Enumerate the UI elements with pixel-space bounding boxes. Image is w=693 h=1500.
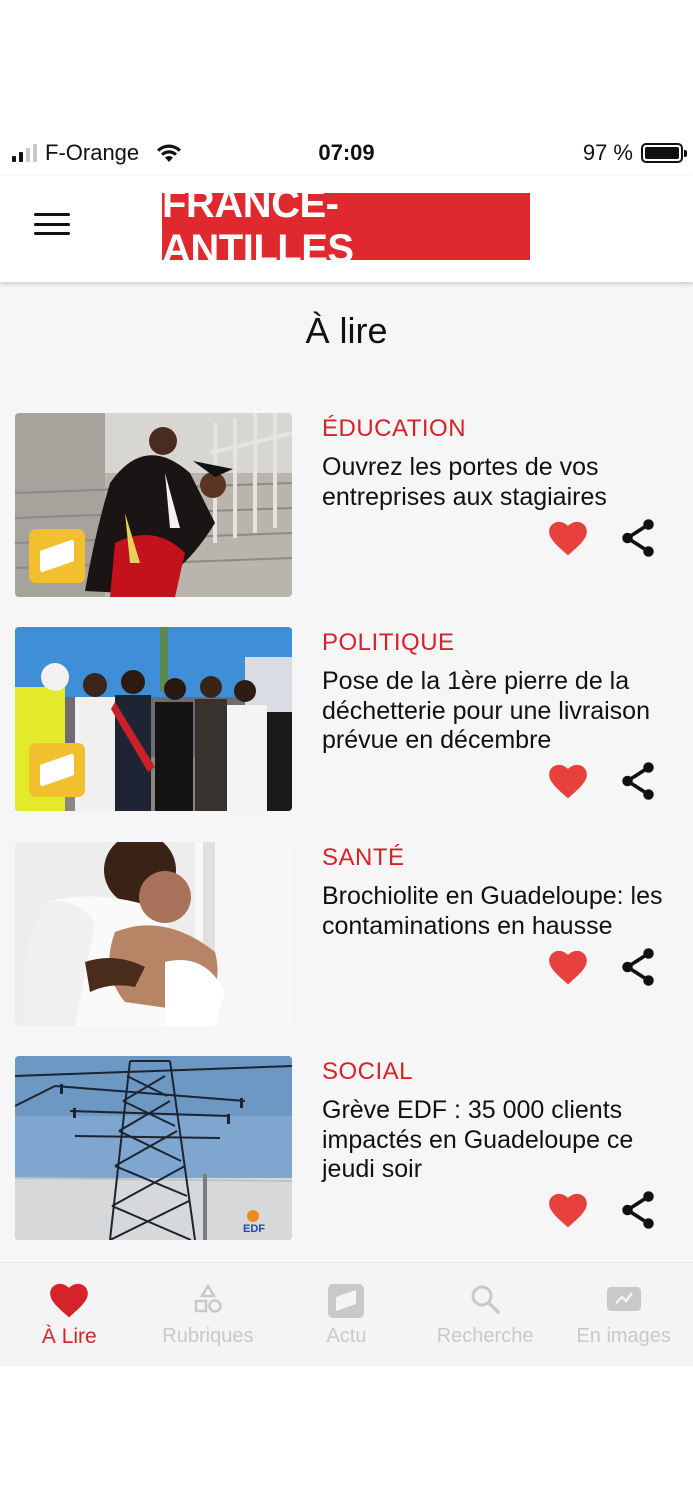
article-thumbnail-pylon[interactable]: EDF [15, 1056, 292, 1240]
hamburger-icon-line [34, 213, 70, 216]
bottom-tab-bar: À Lire Rubriques Actu Recherche En image… [0, 1262, 693, 1366]
hamburger-icon-line [34, 232, 70, 235]
tab-label: En images [576, 1325, 671, 1347]
heart-icon[interactable] [548, 950, 588, 986]
tab-label: Recherche [436, 1325, 534, 1347]
article-card[interactable]: ÉDUCATION Ouvrez les portes de vos entre… [15, 413, 675, 599]
battery-icon [641, 143, 687, 163]
article-title[interactable]: Brochiolite en Guadeloupe: les contamina… [322, 882, 672, 941]
article-card[interactable]: SANTÉ Brochiolite en Guadeloupe: les con… [15, 842, 675, 1028]
article-category: SANTÉ [322, 844, 405, 871]
share-icon[interactable] [620, 1190, 656, 1230]
tab-rubriques[interactable]: Rubriques [139, 1263, 278, 1366]
article-title[interactable]: Grève EDF : 35 000 clients impactés en G… [322, 1096, 672, 1185]
share-icon[interactable] [620, 761, 656, 801]
share-icon[interactable] [620, 947, 656, 987]
battery-percent: 97 % [582, 140, 633, 165]
edf-logo-text: EDF [243, 1223, 265, 1235]
news-icon [328, 1284, 365, 1318]
video-camera-icon [606, 1287, 641, 1311]
tab-en-images[interactable]: En images [554, 1263, 693, 1366]
article-list: À lire ÉDUCATION Ouvrez les portes de vo… [0, 282, 693, 1262]
article-thumbnail-ceremony[interactable] [15, 627, 292, 811]
tab-actu[interactable]: Actu [277, 1263, 416, 1366]
article-title[interactable]: Ouvrez les portes de vos entreprises aux… [322, 453, 672, 512]
tab-label: Rubriques [162, 1325, 254, 1347]
heart-icon[interactable] [548, 521, 588, 557]
heart-icon [50, 1283, 89, 1318]
heart-icon[interactable] [548, 764, 588, 800]
share-icon[interactable] [620, 518, 656, 558]
search-icon [471, 1285, 500, 1314]
tab-recherche[interactable]: Recherche [416, 1263, 555, 1366]
article-category: POLITIQUE [322, 629, 455, 656]
article-category: ÉDUCATION [322, 415, 467, 442]
article-thumbnail-graduation[interactable] [15, 413, 292, 597]
power-pylon-photo: EDF [15, 1056, 292, 1240]
status-bar-right: 97 % [582, 140, 687, 166]
tab-label: Actu [326, 1325, 367, 1347]
news-badge-icon [29, 529, 85, 583]
france-antilles-logo[interactable]: FRANCE-ANTILLES [162, 182, 530, 271]
news-badge-icon [29, 743, 85, 797]
article-title[interactable]: Pose de la 1ère pierre de la déchetterie… [322, 667, 672, 756]
article-thumbnail-mother-baby[interactable] [15, 842, 292, 1026]
logo-text: FRANCE-ANTILLES [162, 181, 354, 271]
hamburger-menu-button[interactable] [34, 210, 70, 238]
status-bar: F-Orange 07:09 97 % [0, 130, 693, 176]
shapes-icon [194, 1283, 222, 1313]
hamburger-icon-line [34, 222, 70, 226]
heart-icon[interactable] [548, 1193, 588, 1229]
tab-label: À Lire [41, 1325, 97, 1348]
page-title: À lire [305, 310, 388, 351]
mother-baby-photo [15, 842, 292, 1026]
article-category: SOCIAL [322, 1058, 414, 1085]
article-card[interactable]: EDF SOCIAL Grève EDF : 35 000 clients im… [15, 1056, 675, 1242]
tab-a-lire[interactable]: À Lire [0, 1263, 139, 1366]
article-card[interactable]: POLITIQUE Pose de la 1ère pierre de la d… [15, 627, 675, 813]
app-header: FRANCE-ANTILLES [0, 176, 693, 282]
